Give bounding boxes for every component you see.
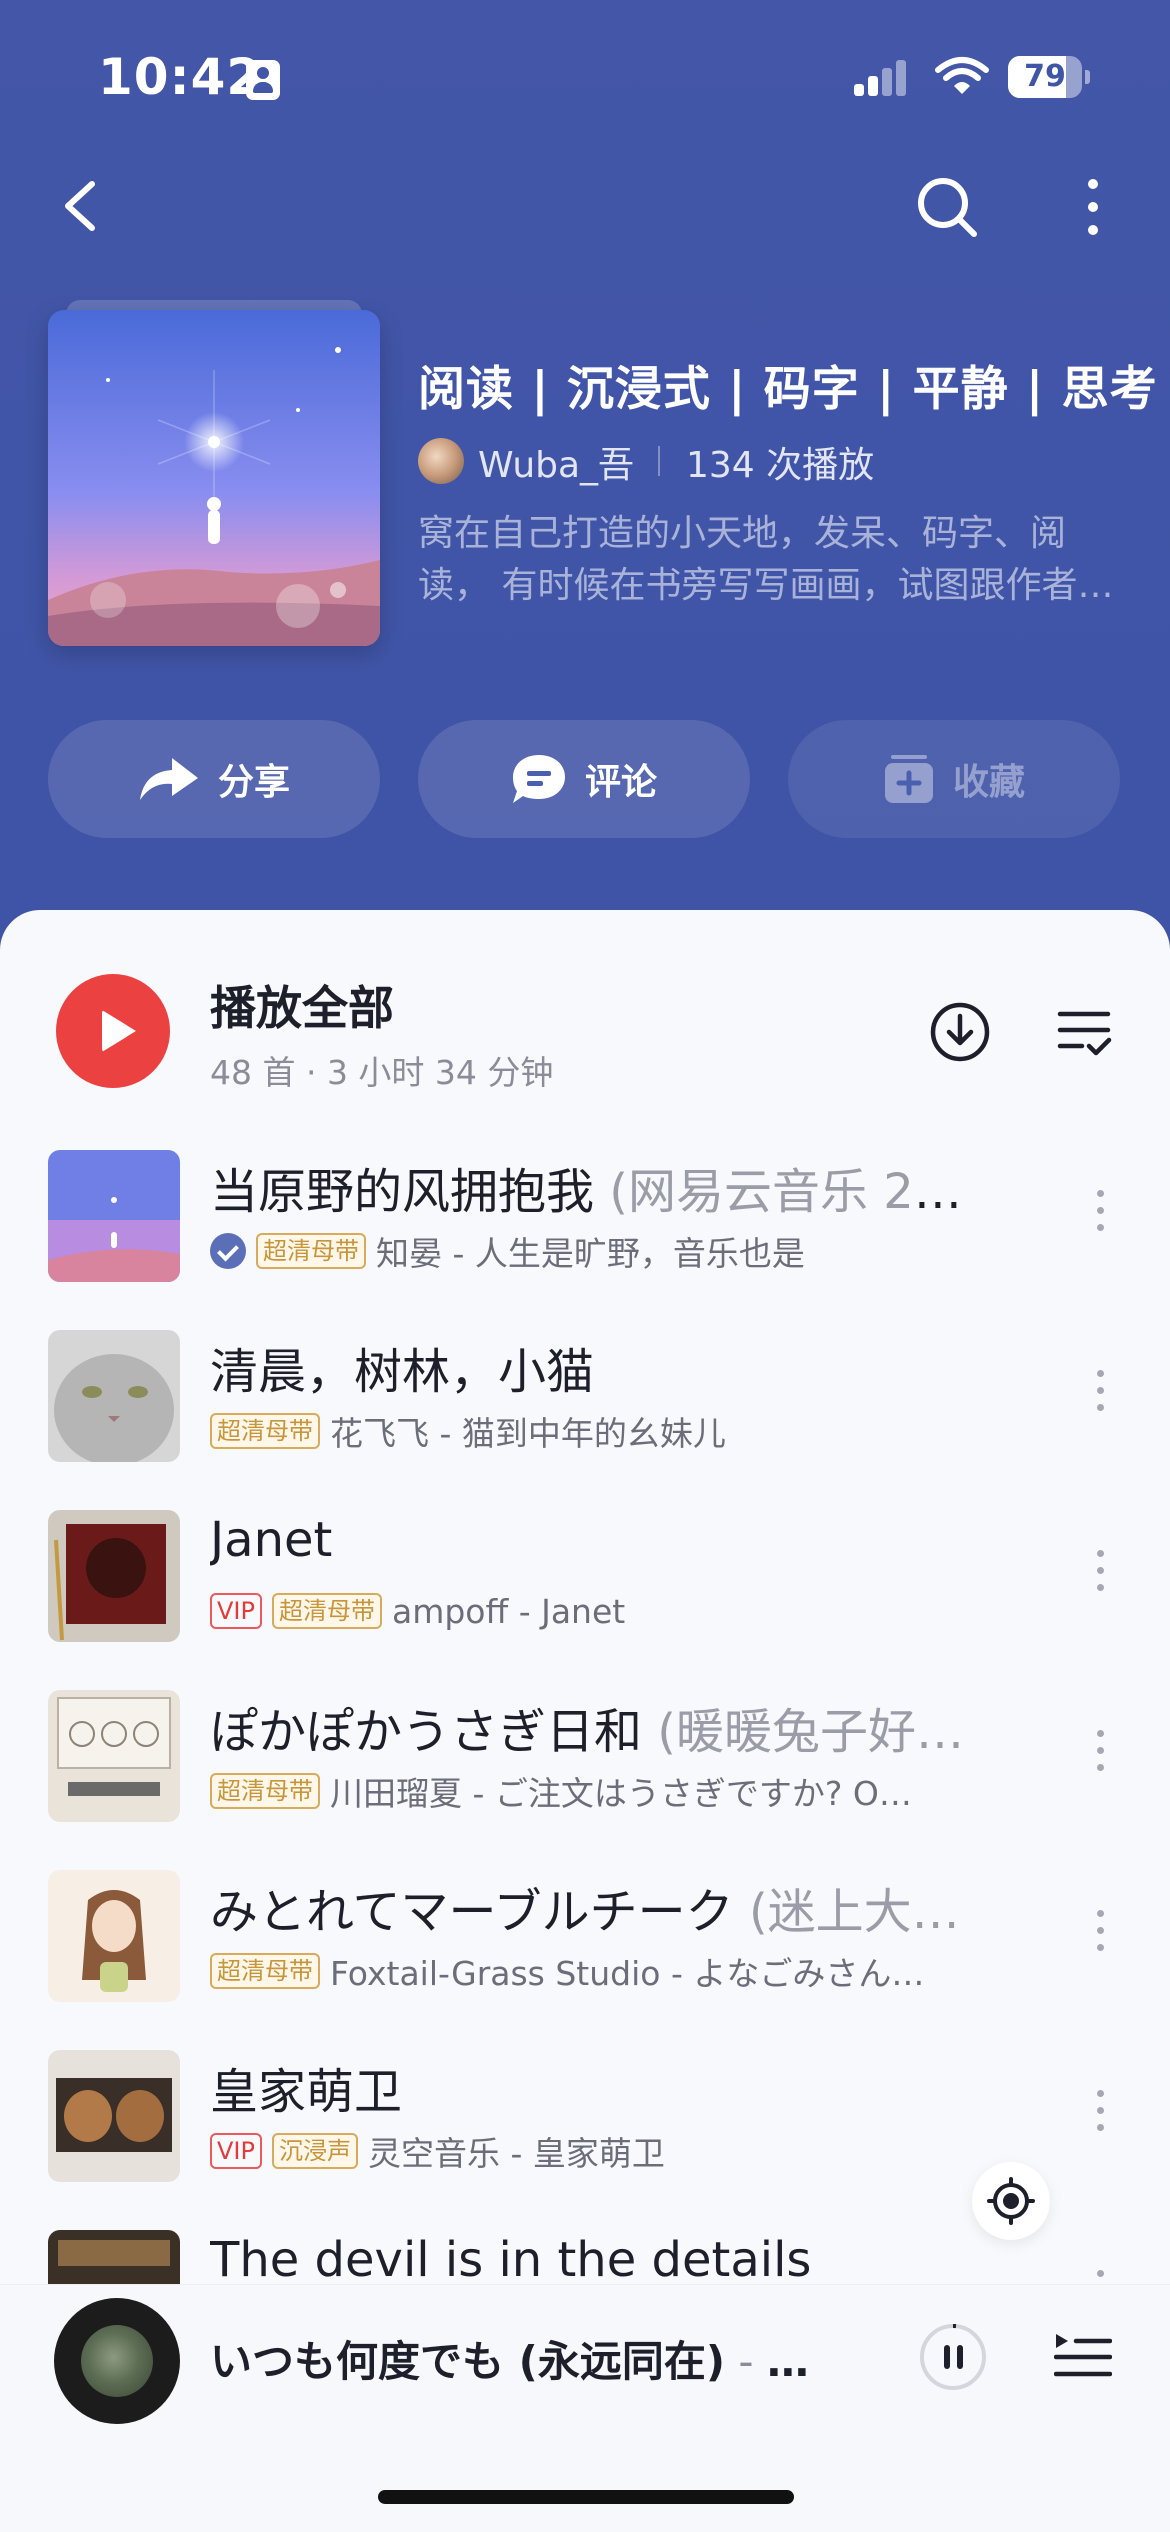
- playlist-cover[interactable]: [48, 310, 380, 646]
- song-row[interactable]: 清晨，树林，小猫 超清母带 花飞飞 - 猫到中年的幺妹儿: [0, 1330, 1170, 1490]
- song-more-button[interactable]: [1082, 1370, 1118, 1430]
- song-title: Janet: [210, 1512, 333, 1568]
- song-title: ぽかぽかうさぎ日和 (暖暖兔子好…: [210, 1704, 965, 1760]
- song-artist-album: ampoff - Janet: [391, 1591, 626, 1631]
- quality-tag: 超清母带: [271, 1593, 382, 1629]
- song-title: The devil is in the details: [210, 2232, 812, 2288]
- pause-button[interactable]: [918, 2322, 988, 2392]
- quality-tag: 超清母带: [210, 1413, 320, 1449]
- song-more-button[interactable]: [1082, 1550, 1118, 1610]
- status-time: 10:42: [98, 48, 263, 106]
- quality-tag: 超清母带: [210, 1953, 320, 1989]
- song-meta: 超清母带 Foxtail-Grass Studio - よなごみさん…: [210, 1948, 980, 1994]
- song-more-button[interactable]: [1082, 2090, 1118, 2150]
- song-artist-album: 花飞飞 - 猫到中年的幺妹儿: [330, 1414, 726, 1453]
- song-artist-album: 川田瑠夏 - ご注文はうさぎですか? O…: [330, 1774, 912, 1813]
- song-thumbnail: [48, 2050, 180, 2182]
- play-all-button[interactable]: [56, 974, 170, 1088]
- song-row[interactable]: Janet VIP 超清母带 ampoff - Janet: [0, 1510, 1170, 1670]
- play-all-title[interactable]: 播放全部: [210, 972, 394, 1038]
- song-more-button[interactable]: [1082, 1190, 1118, 1250]
- download-button[interactable]: [928, 1000, 992, 1064]
- play-count: 134 次播放: [686, 445, 875, 486]
- playlist-description[interactable]: 窝在自己打造的小天地，发呆、码字、阅 读， 有时候在书旁写写画画，试图跟作者…: [418, 508, 1118, 612]
- playlist-title: 阅读 | 沉浸式 | 码字 | 平静 | 思考: [418, 362, 1158, 417]
- song-artist-album: 灵空音乐 - 皇家萌卫: [367, 2134, 665, 2173]
- wifi-icon: [935, 57, 989, 94]
- song-more-button[interactable]: [1082, 1910, 1118, 1970]
- description-line-1: 窝在自己打造的小天地，发呆、码字、阅: [418, 513, 1067, 554]
- song-artist-album: 知晏 - 人生是旷野，音乐也是: [376, 1234, 805, 1273]
- verified-check-icon: [210, 1233, 246, 1269]
- song-meta: 超清母带 知晏 - 人生是旷野，音乐也是: [210, 1228, 980, 1274]
- song-more-button[interactable]: [1082, 1730, 1118, 1790]
- comment-button[interactable]: 评论: [418, 720, 750, 838]
- immersive-tag: 沉浸声: [271, 2133, 358, 2169]
- song-thumbnail: [48, 1870, 180, 2002]
- collect-add-icon: [884, 755, 933, 803]
- playlist-header: 10:42 79 阅读 | 沉浸式 | 码字 | 平静 | 思考 Wuba_吾 …: [0, 0, 1170, 960]
- song-title: 当原野的风拥抱我 (网易云音乐 20…: [210, 1164, 980, 1220]
- song-title: 皇家萌卫: [210, 2064, 403, 2120]
- now-playing-disc[interactable]: [54, 2298, 180, 2424]
- multi-select-button[interactable]: [1056, 1006, 1112, 1058]
- song-thumbnail: [48, 1690, 180, 1822]
- battery-percent: 79: [1024, 59, 1066, 94]
- comment-bubble-icon: [512, 755, 565, 803]
- song-thumbnail: [48, 1510, 180, 1642]
- vip-tag: VIP: [210, 2133, 262, 2169]
- play-all-subtitle: 48 首 · 3 小时 34 分钟: [210, 1053, 554, 1092]
- collect-button[interactable]: 收藏: [788, 720, 1120, 838]
- playlist-queue-button[interactable]: [1054, 2330, 1112, 2382]
- locate-current-song-button[interactable]: [972, 2162, 1050, 2240]
- share-label: 分享: [217, 762, 290, 803]
- creator-name[interactable]: Wuba_吾: [478, 436, 634, 488]
- meta-divider: [658, 446, 660, 476]
- song-artist-album: Foxtail-Grass Studio - よなごみさん…: [330, 1954, 925, 1993]
- song-meta: VIP 沉浸声 灵空音乐 - 皇家萌卫: [210, 2128, 980, 2174]
- song-meta: 超清母带 川田瑠夏 - ご注文はうさぎですか? O…: [210, 1768, 980, 1814]
- home-indicator: [378, 2490, 794, 2504]
- comment-label: 评论: [584, 762, 657, 803]
- song-meta: VIP 超清母带 ampoff - Janet: [210, 1588, 980, 1634]
- creator-avatar[interactable]: [418, 438, 464, 484]
- cellular-signal-icon: [854, 60, 906, 96]
- song-title: みとれてマーブルチーク (迷上大…: [210, 1884, 960, 1940]
- battery-indicator: 79: [1008, 56, 1090, 98]
- quality-tag: 超清母带: [210, 1773, 320, 1809]
- share-button[interactable]: 分享: [48, 720, 380, 838]
- target-icon: [987, 2177, 1035, 2225]
- song-thumbnail: [48, 1330, 180, 1462]
- now-playing-title[interactable]: いつも何度でも (永远同在) - 宗…: [210, 2328, 850, 2389]
- share-arrow-icon: [139, 758, 198, 800]
- back-button[interactable]: [52, 176, 112, 236]
- song-row[interactable]: ぽかぽかうさぎ日和 (暖暖兔子好… 超清母带 川田瑠夏 - ご注文はうさぎですか…: [0, 1690, 1170, 1850]
- vip-tag: VIP: [210, 1593, 262, 1629]
- description-line-2: 读， 有时候在书旁写写画画，试图跟作者…: [418, 565, 1114, 606]
- search-button[interactable]: [912, 172, 982, 242]
- more-options-button[interactable]: [1068, 172, 1118, 242]
- song-row[interactable]: 当原野的风拥抱我 (网易云音乐 20… 超清母带 知晏 - 人生是旷野，音乐也是: [0, 1150, 1170, 1310]
- quality-tag: 超清母带: [256, 1233, 366, 1269]
- collect-label: 收藏: [952, 762, 1025, 803]
- status-bar: 10:42 79: [0, 0, 1170, 150]
- cover-artwork-starry-sky: [48, 310, 380, 646]
- song-meta: 超清母带 花飞飞 - 猫到中年的幺妹儿: [210, 1408, 980, 1454]
- song-thumbnail: [48, 1150, 180, 1282]
- song-row[interactable]: みとれてマーブルチーク (迷上大… 超清母带 Foxtail-Grass Stu…: [0, 1870, 1170, 2030]
- song-title: 清晨，树林，小猫: [210, 1344, 595, 1400]
- contact-card-icon: [246, 60, 280, 100]
